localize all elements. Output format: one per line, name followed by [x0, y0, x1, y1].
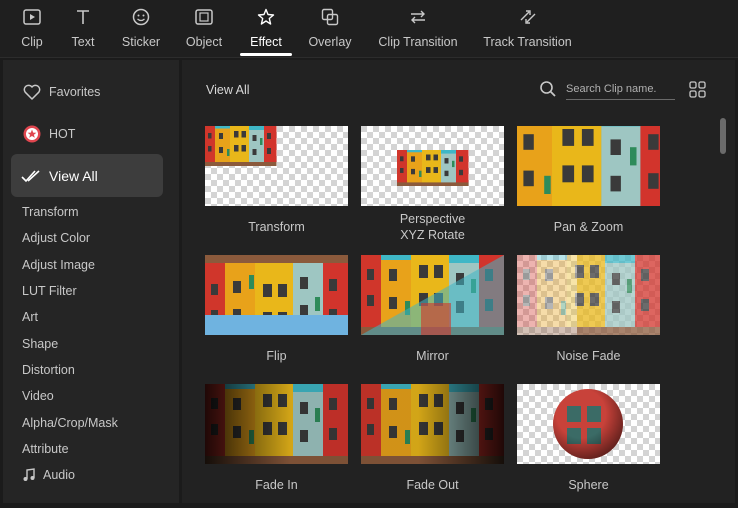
effect-label: Pan & Zoom — [553, 220, 624, 234]
tab-text-label: Text — [71, 35, 95, 49]
clip-icon — [22, 7, 42, 27]
sidebar-item-hot-label: HOT — [49, 127, 76, 141]
sidebar-item-attribute[interactable]: Attribute — [22, 442, 69, 456]
tab-clip-transition[interactable]: Clip Transition — [378, 0, 458, 58]
effect-label: Fade Out — [406, 478, 459, 492]
tab-sticker-label: Sticker — [121, 35, 161, 49]
effect-thumbnail — [517, 126, 660, 206]
effect-card-pan-zoom[interactable]: Pan & Zoom — [517, 126, 660, 235]
effect-card-perspective-xyz-rotate[interactable]: Perspective XYZ Rotate — [361, 126, 504, 243]
sidebar-item-label: Alpha/Crop/Mask — [22, 416, 118, 430]
tab-overlay-label: Overlay — [308, 35, 352, 49]
tab-effect[interactable]: Effect — [248, 0, 284, 58]
scrollbar-thumb[interactable] — [720, 118, 726, 154]
sidebar-item-lut-filter[interactable]: LUT Filter — [22, 284, 77, 298]
search-icon[interactable] — [539, 80, 557, 98]
check-icon — [21, 167, 41, 185]
tab-overlay[interactable]: Overlay — [308, 0, 352, 58]
sidebar-item-art[interactable]: Art — [22, 310, 38, 324]
sidebar-item-view-all[interactable]: View All — [11, 154, 163, 197]
effect-thumbnail — [517, 384, 660, 464]
effect-label: Mirror — [416, 349, 449, 363]
sidebar-item-label: Art — [22, 310, 38, 324]
effect-label: Perspective XYZ Rotate — [361, 211, 504, 243]
effect-label: Transform — [248, 220, 305, 234]
category-sidebar: Favorites HOT View All Transform Adjust … — [3, 60, 179, 503]
effect-label-line2: XYZ Rotate — [400, 228, 465, 242]
tab-object[interactable]: Object — [185, 0, 223, 58]
effect-card-flip[interactable]: Flip — [205, 255, 348, 364]
tab-object-label: Object — [185, 35, 223, 49]
sidebar-item-label: LUT Filter — [22, 284, 77, 298]
sidebar-item-hot[interactable]: HOT — [23, 125, 75, 143]
sidebar-item-transform[interactable]: Transform — [22, 205, 79, 219]
effect-thumbnail — [517, 255, 660, 335]
sidebar-item-label: Attribute — [22, 442, 69, 456]
active-tab-indicator — [240, 53, 292, 56]
tab-clip[interactable]: Clip — [19, 0, 45, 58]
sidebar-item-label: Video — [22, 389, 54, 403]
section-title: View All — [206, 83, 250, 97]
sidebar-item-adjust-color[interactable]: Adjust Color — [22, 231, 90, 245]
tab-clip-transition-label: Clip Transition — [378, 35, 458, 49]
heart-icon — [23, 83, 41, 101]
clip-transition-icon — [408, 7, 428, 27]
hot-badge-icon — [23, 125, 41, 143]
sidebar-item-label: Transform — [22, 205, 79, 219]
sidebar-item-alpha-crop-mask[interactable]: Alpha/Crop/Mask — [22, 416, 118, 430]
track-transition-icon — [518, 7, 538, 27]
sticker-icon — [131, 7, 151, 27]
music-note-icon — [22, 468, 36, 482]
sidebar-item-label: Distortion — [22, 363, 75, 377]
sidebar-item-distortion[interactable]: Distortion — [22, 363, 75, 377]
effect-card-noise-fade[interactable]: Noise Fade — [517, 255, 660, 364]
effect-thumbnail — [361, 126, 504, 206]
tab-track-transition-label: Track Transition — [483, 35, 572, 49]
sidebar-item-favorites[interactable]: Favorites — [23, 83, 100, 101]
sidebar-item-shape[interactable]: Shape — [22, 337, 58, 351]
sidebar-item-label: Adjust Color — [22, 231, 91, 245]
sidebar-item-favorites-label: Favorites — [49, 85, 101, 99]
effect-card-sphere[interactable]: Sphere — [517, 384, 660, 493]
effect-card-fade-out[interactable]: Fade Out — [361, 384, 504, 493]
sidebar-item-label: Audio — [43, 468, 75, 482]
effect-toolbar: Clip Text Sticker Object Effect Overlay — [0, 0, 738, 58]
effect-thumbnail — [361, 255, 504, 335]
effect-card-mirror[interactable]: Mirror — [361, 255, 504, 364]
grid-view-icon[interactable] — [689, 81, 706, 98]
tab-text[interactable]: Text — [70, 0, 96, 58]
effect-label: Sphere — [568, 478, 609, 492]
effect-label: Flip — [266, 349, 287, 363]
sidebar-item-adjust-image[interactable]: Adjust Image — [22, 258, 95, 272]
effect-label: Noise Fade — [556, 349, 621, 363]
effect-thumbnail — [205, 255, 348, 335]
object-icon — [194, 7, 214, 27]
sidebar-item-video[interactable]: Video — [22, 389, 54, 403]
effect-card-fade-in[interactable]: Fade In — [205, 384, 348, 493]
tab-clip-label: Clip — [21, 35, 43, 49]
overlay-icon — [320, 7, 340, 27]
effect-label: Fade In — [255, 478, 298, 492]
effects-panel: View All Transform Perspective XYZ Rotat… — [182, 60, 735, 503]
effect-label-line1: Perspective — [399, 212, 466, 226]
effect-thumbnail — [361, 384, 504, 464]
tab-effect-label: Effect — [250, 35, 282, 49]
effect-icon — [256, 7, 276, 27]
tab-sticker[interactable]: Sticker — [120, 0, 162, 58]
effect-thumbnail — [205, 384, 348, 464]
sidebar-item-view-all-label: View All — [49, 167, 98, 184]
effect-card-transform[interactable]: Transform — [205, 126, 348, 235]
tab-track-transition[interactable]: Track Transition — [483, 0, 572, 58]
sidebar-item-label: Adjust Image — [22, 258, 95, 272]
search-input[interactable] — [566, 79, 675, 100]
sidebar-item-label: Shape — [22, 337, 59, 351]
text-icon — [73, 7, 93, 27]
effect-thumbnail — [205, 126, 348, 206]
sidebar-item-audio[interactable]: Audio — [22, 468, 75, 482]
